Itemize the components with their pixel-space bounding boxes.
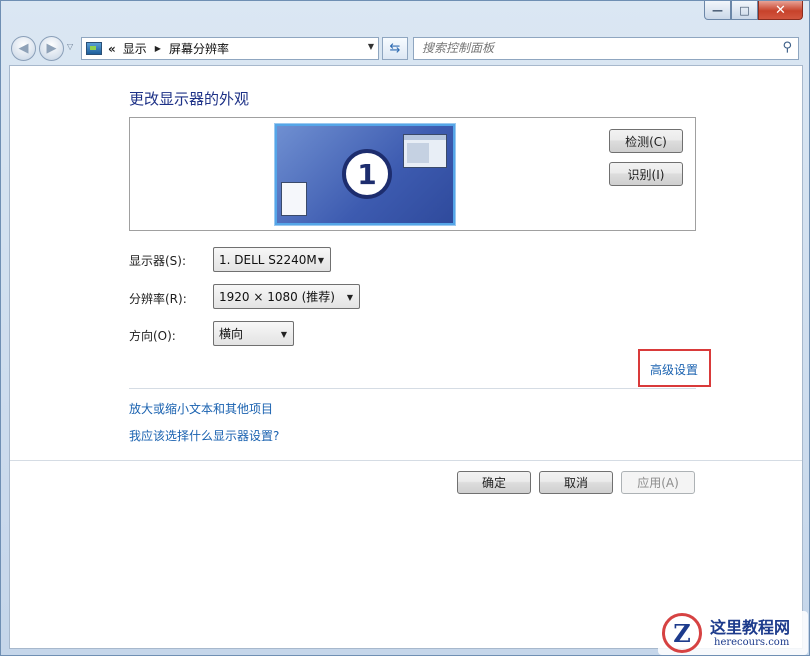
sample-window-icon (403, 134, 447, 168)
caption-buttons: — □ ✕ (704, 1, 803, 20)
resolution-select-value: 1920 × 1080 (推荐) (219, 290, 335, 304)
watermark-url: herecours.com (714, 637, 790, 648)
recent-pages-dropdown-icon[interactable]: ▽ (67, 42, 73, 51)
breadcrumb-chevron-icon[interactable]: ▶ (155, 44, 161, 53)
section-divider (129, 388, 696, 389)
footer-divider (10, 460, 802, 461)
refresh-icon: ⇆ (389, 41, 401, 56)
chevron-down-icon: ▼ (317, 256, 324, 265)
orientation-select[interactable]: 横向 ▼ (213, 321, 294, 346)
breadcrumb-display[interactable]: 显示 (123, 40, 147, 57)
text-size-link[interactable]: 放大或缩小文本和其他项目 (129, 400, 273, 417)
page-title: 更改显示器的外观 (129, 90, 250, 108)
resolution-label: 分辨率(R): (129, 292, 187, 306)
search-box[interactable]: ⚲ (413, 37, 799, 60)
display-select-value: 1. DELL S2240M (219, 252, 317, 267)
sample-document-icon (281, 182, 307, 216)
maximize-button[interactable]: □ (731, 1, 758, 20)
watermark-title: 这里教程网 (710, 618, 791, 637)
back-arrow-icon: ◀ (18, 41, 29, 56)
which-settings-link[interactable]: 我应该选择什么显示器设置? (129, 427, 279, 444)
breadcrumb-screen-resolution[interactable]: 屏幕分辨率 (169, 40, 229, 57)
forward-arrow-icon: ▶ (46, 41, 57, 56)
address-bar[interactable]: « 显示 ▶ 屏幕分辨率 ▼ (81, 37, 379, 60)
refresh-button[interactable]: ⇆ (382, 37, 408, 60)
watermark-logo: Z (662, 613, 702, 653)
site-watermark: Z 这里教程网 herecours.com (658, 611, 808, 655)
search-input[interactable] (422, 38, 762, 58)
breadcrumb-overflow[interactable]: « (108, 42, 116, 56)
chevron-down-icon: ▼ (346, 293, 353, 302)
orientation-select-value: 横向 (219, 327, 244, 341)
navigation-bar: ◀ ▶ ▽ « 显示 ▶ 屏幕分辨率 ▼ ⇆ ⚲ (1, 27, 809, 65)
control-panel-icon (86, 42, 102, 55)
screen-resolution-window: — □ ✕ ◀ ▶ ▽ « 显示 ▶ 屏幕分辨率 ▼ ⇆ ⚲ 更改显示器的外观 (0, 0, 810, 656)
close-button[interactable]: ✕ (758, 1, 803, 20)
ok-button[interactable]: 确定 (457, 471, 531, 494)
forward-button[interactable]: ▶ (39, 36, 64, 61)
advanced-settings-link[interactable]: 高级设置 (650, 361, 698, 378)
chevron-down-icon: ▼ (280, 330, 287, 339)
cancel-button[interactable]: 取消 (539, 471, 613, 494)
display-label: 显示器(S): (129, 254, 187, 268)
display-select[interactable]: 1. DELL S2240M ▼ (213, 247, 331, 272)
detect-button[interactable]: 检测(C) (609, 129, 683, 153)
back-button[interactable]: ◀ (11, 36, 36, 61)
apply-button[interactable]: 应用(A) (621, 471, 695, 494)
monitor-number-badge: 1 (342, 149, 392, 199)
monitor-1-thumbnail[interactable]: 1 (275, 124, 455, 225)
monitor-preview: 1 检测(C) 识别(I) (129, 117, 696, 231)
title-bar: — □ ✕ (1, 1, 809, 27)
content-pane: 更改显示器的外观 1 检测(C) 识别(I) 显示器(S): 1. DELL S… (9, 65, 803, 649)
identify-button[interactable]: 识别(I) (609, 162, 683, 186)
advanced-settings-highlight: 高级设置 (638, 349, 711, 387)
orientation-label: 方向(O): (129, 329, 176, 343)
address-dropdown-icon[interactable]: ▼ (368, 42, 374, 51)
minimize-button[interactable]: — (704, 1, 731, 20)
search-icon[interactable]: ⚲ (782, 40, 792, 55)
resolution-select[interactable]: 1920 × 1080 (推荐) ▼ (213, 284, 360, 309)
